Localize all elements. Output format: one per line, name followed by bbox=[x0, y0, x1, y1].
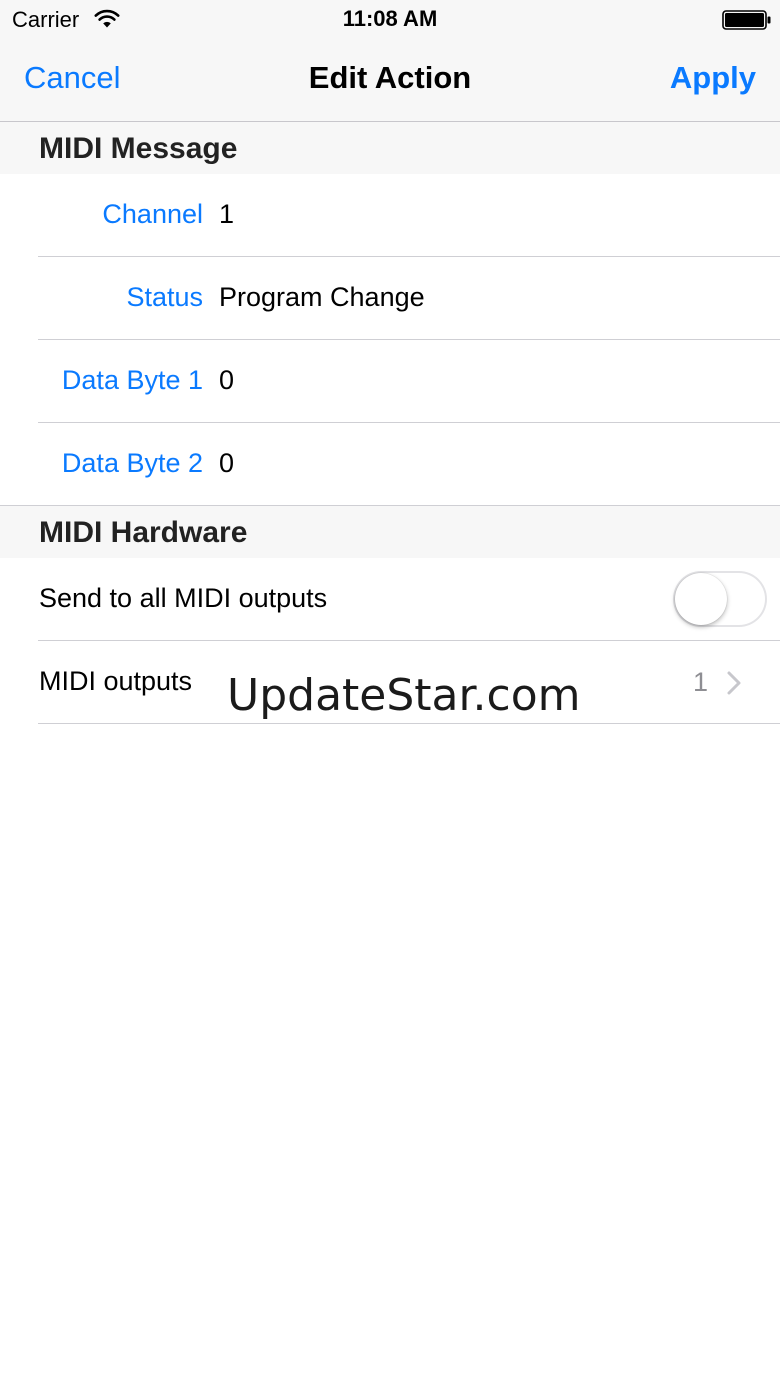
navigation-bar: Cancel Edit Action Apply bbox=[0, 40, 780, 121]
clock: 11:08 AM bbox=[342, 6, 438, 31]
midi-outputs-row[interactable]: MIDI outputs 1 bbox=[0, 641, 780, 724]
data-byte-1-value[interactable]: 0 bbox=[219, 365, 234, 396]
midi-outputs-count: 1 bbox=[692, 667, 708, 697]
section-title: MIDI Message bbox=[39, 132, 238, 165]
status-bar: Carrier 11:08 AM bbox=[0, 0, 780, 40]
section-header-midi-hardware: MIDI Hardware bbox=[0, 506, 780, 558]
apply-button[interactable]: Apply bbox=[670, 60, 756, 96]
status-label: Status bbox=[126, 282, 203, 312]
status-value[interactable]: Program Change bbox=[219, 282, 425, 313]
channel-row[interactable]: Channel 1 bbox=[0, 174, 780, 257]
chevron-right-icon bbox=[727, 671, 741, 695]
data-byte-1-label: Data Byte 1 bbox=[61, 365, 203, 395]
cancel-button[interactable]: Cancel bbox=[24, 60, 121, 96]
data-byte-1-row[interactable]: Data Byte 1 0 bbox=[0, 340, 780, 423]
section-header-midi-message: MIDI Message bbox=[0, 122, 780, 174]
status-row[interactable]: Status Program Change bbox=[0, 257, 780, 340]
data-byte-2-value[interactable]: 0 bbox=[219, 448, 234, 479]
data-byte-2-label: Data Byte 2 bbox=[61, 448, 203, 478]
send-to-all-row: Send to all MIDI outputs bbox=[0, 558, 780, 641]
section-title: MIDI Hardware bbox=[39, 516, 248, 549]
row-separator bbox=[38, 723, 780, 724]
edit-action-screen: Carrier 11:08 AM Cancel Edit Action Appl… bbox=[0, 0, 780, 1387]
channel-value[interactable]: 1 bbox=[219, 199, 234, 230]
top-bars: Carrier 11:08 AM Cancel Edit Action Appl… bbox=[0, 0, 780, 122]
send-to-all-label: Send to all MIDI outputs bbox=[39, 583, 328, 613]
send-to-all-toggle[interactable] bbox=[673, 571, 767, 627]
data-byte-2-row[interactable]: Data Byte 2 0 bbox=[0, 423, 780, 506]
midi-outputs-label: MIDI outputs bbox=[39, 666, 193, 696]
battery-icon bbox=[722, 10, 771, 30]
channel-label: Channel bbox=[102, 199, 203, 229]
toggle-knob bbox=[675, 573, 727, 625]
